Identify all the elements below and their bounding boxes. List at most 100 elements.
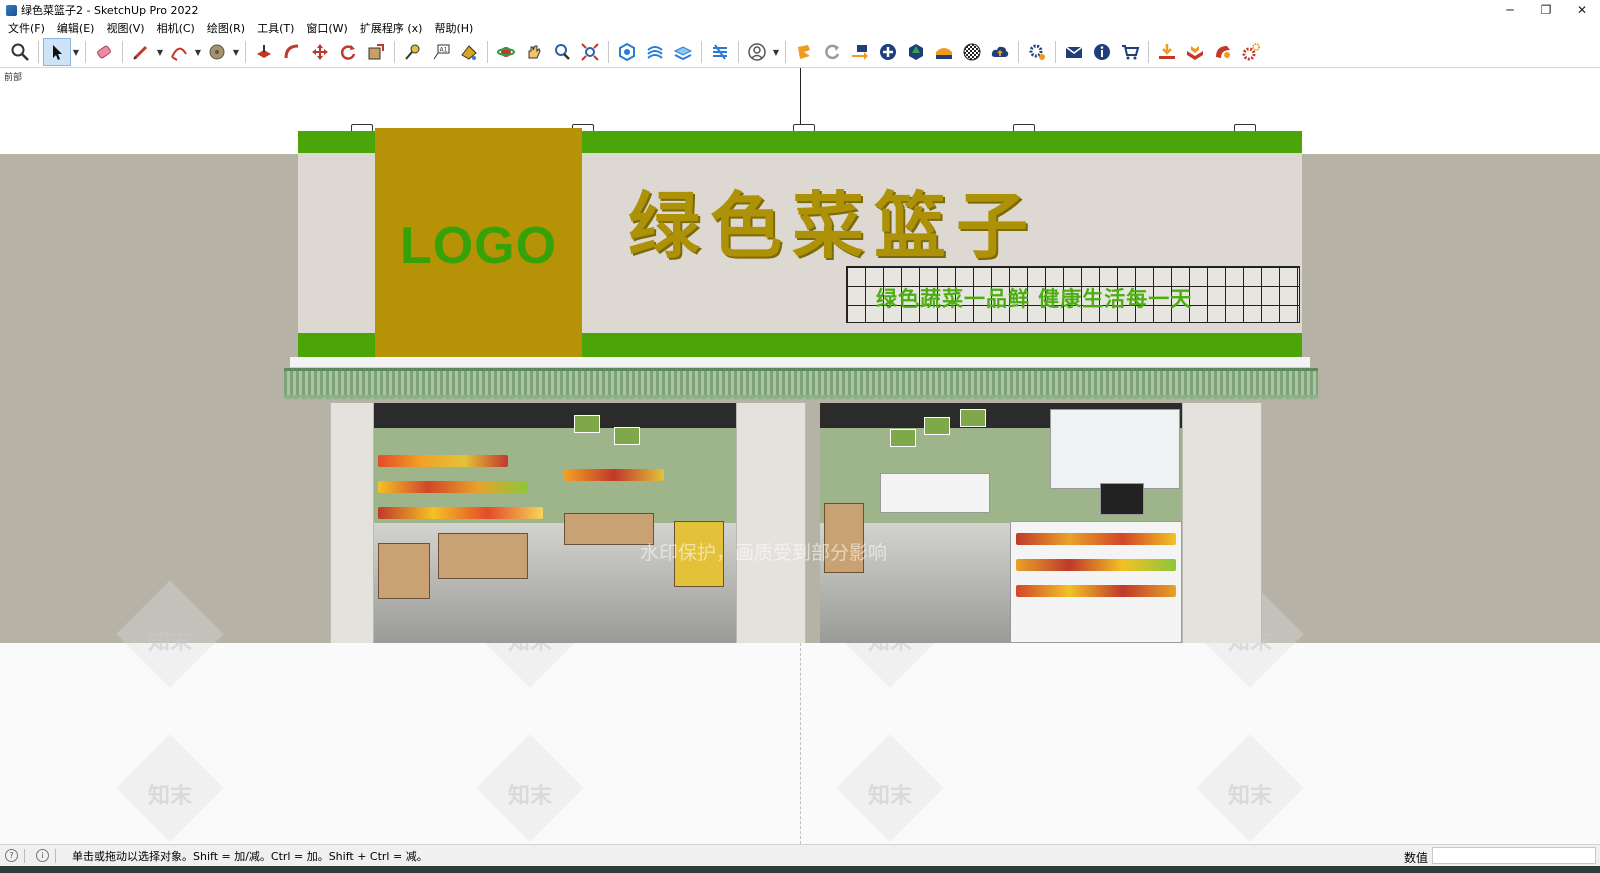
status-separator [55, 848, 56, 863]
plugin-icon[interactable] [1181, 38, 1209, 66]
measurements-input[interactable] [1432, 847, 1596, 864]
svg-text:A1: A1 [440, 47, 448, 54]
layers-icon[interactable] [669, 38, 697, 66]
window-title: 绿色菜篮子2 - SketchUp Pro 2022 [21, 4, 199, 17]
store-interior-right [820, 403, 1182, 643]
toolbar-separator [608, 41, 609, 63]
fruit-shelf [378, 455, 508, 467]
watermark-brand: 知末 [1228, 784, 1273, 809]
toolbar-separator [701, 41, 702, 63]
toolbar-separator [1018, 41, 1019, 63]
menu-tools[interactable]: 工具(T) [251, 20, 300, 36]
geolocation-icon[interactable]: ? [5, 849, 18, 862]
tree-icon[interactable] [902, 38, 930, 66]
zoom-extents-icon[interactable] [576, 38, 604, 66]
refresh-icon[interactable] [818, 38, 846, 66]
awning [284, 368, 1318, 398]
white-counter [880, 473, 990, 513]
warehouse-icon[interactable] [613, 38, 641, 66]
checker-icon[interactable] [958, 38, 986, 66]
hanging-sign [614, 427, 640, 445]
restore-button[interactable]: ❐ [1528, 0, 1564, 20]
components-icon[interactable] [641, 38, 669, 66]
gear-icon[interactable] [1023, 38, 1051, 66]
mail-icon[interactable] [1060, 38, 1088, 66]
cloud-upload-icon[interactable] [986, 38, 1014, 66]
produce-crate [378, 543, 430, 599]
status-bar: ? i 单击或拖动以选择对象。Shift = 加/减。Ctrl = 加。Shif… [0, 844, 1600, 866]
menu-edit[interactable]: 编辑(E) [51, 20, 101, 36]
main-toolbar: ▼ ▼ ▼ ▼ A1 ▼ [0, 37, 1600, 68]
watermark-brand: 知末 [148, 630, 193, 655]
orbit-icon[interactable] [492, 38, 520, 66]
menu-help[interactable]: 帮助(H) [428, 20, 479, 36]
arc-dropdown-icon[interactable]: ▼ [193, 38, 203, 66]
toolbar-separator [1055, 41, 1056, 63]
paint-bucket-icon[interactable] [203, 38, 231, 66]
zoom-window-icon[interactable] [548, 38, 576, 66]
info-icon[interactable] [1088, 38, 1116, 66]
import-icon[interactable] [1153, 38, 1181, 66]
menu-view[interactable]: 视图(V) [100, 20, 150, 36]
settings-icon[interactable] [1237, 38, 1265, 66]
axis-dotted [800, 643, 801, 844]
canopy-soffit [290, 357, 1310, 368]
tape-measure-icon[interactable] [399, 38, 427, 66]
watermark-caption: 水印保护，画质受到部分影响 [640, 542, 888, 564]
extension-icon[interactable] [790, 38, 818, 66]
info-status-icon[interactable]: i [36, 849, 49, 862]
logo-text: LOGO [399, 216, 558, 275]
add-icon[interactable] [874, 38, 902, 66]
snack-shelf [1016, 559, 1176, 571]
storefront-pillar [1182, 403, 1262, 643]
menu-file[interactable]: 文件(F) [2, 20, 51, 36]
fruit-shelf [564, 469, 664, 481]
awning-scallop [284, 395, 1318, 403]
menu-camera[interactable]: 相机(C) [151, 20, 201, 36]
pencil-dropdown-icon[interactable]: ▼ [155, 38, 165, 66]
eraser-icon[interactable] [90, 38, 118, 66]
hanging-sign [574, 415, 600, 433]
toolbar-separator [738, 41, 739, 63]
menu-extensions[interactable]: 扩展程序 (x) [354, 20, 429, 36]
menu-draw[interactable]: 绘图(R) [201, 20, 251, 36]
outliner-icon[interactable] [706, 38, 734, 66]
shape-dropdown-icon[interactable]: ▼ [231, 38, 241, 66]
text-icon[interactable]: A1 [427, 38, 455, 66]
toolbar-separator [122, 41, 123, 63]
select-dropdown-icon[interactable]: ▼ [71, 38, 81, 66]
minimize-button[interactable]: ─ [1492, 0, 1528, 20]
user-dropdown-icon[interactable]: ▼ [771, 38, 781, 66]
zoom-icon[interactable] [6, 38, 34, 66]
arc-icon[interactable] [165, 38, 193, 66]
menu-window[interactable]: 窗口(W) [300, 20, 353, 36]
section-icon[interactable] [930, 38, 958, 66]
follow-me-icon[interactable] [278, 38, 306, 66]
watermark-brand: 知末 [148, 784, 193, 809]
watermark-brand: 知末 [508, 784, 553, 809]
scale-icon[interactable] [362, 38, 390, 66]
status-message: 单击或拖动以选择对象。Shift = 加/减。Ctrl = 加。Shift + … [72, 849, 428, 863]
logo-panel: LOGO [375, 128, 582, 357]
pan-icon[interactable] [520, 38, 548, 66]
pencil-icon[interactable] [127, 38, 155, 66]
scene-tab[interactable]: 前部 [4, 70, 22, 83]
toolbar-separator [785, 41, 786, 63]
push-pull-icon[interactable] [250, 38, 278, 66]
toolbar-separator [1148, 41, 1149, 63]
select-icon[interactable] [43, 38, 71, 66]
plugin2-icon[interactable] [1209, 38, 1237, 66]
export-icon[interactable] [846, 38, 874, 66]
toolbar-separator [85, 41, 86, 63]
model-viewport[interactable]: 前部 知末 知末 知末 知末 知末 知末 知末 知末 LOGO 绿色菜篮子 绿色… [0, 68, 1600, 844]
toolbar-separator [38, 41, 39, 63]
storefront-pillar [736, 403, 806, 643]
move-icon[interactable] [306, 38, 334, 66]
fruit-shelf [378, 481, 528, 493]
close-button[interactable]: ✕ [1564, 0, 1600, 20]
rotate-icon[interactable] [334, 38, 362, 66]
user-icon[interactable] [743, 38, 771, 66]
cart-icon[interactable] [1116, 38, 1144, 66]
paint-icon[interactable] [455, 38, 483, 66]
sketchup-app-icon [6, 4, 17, 16]
